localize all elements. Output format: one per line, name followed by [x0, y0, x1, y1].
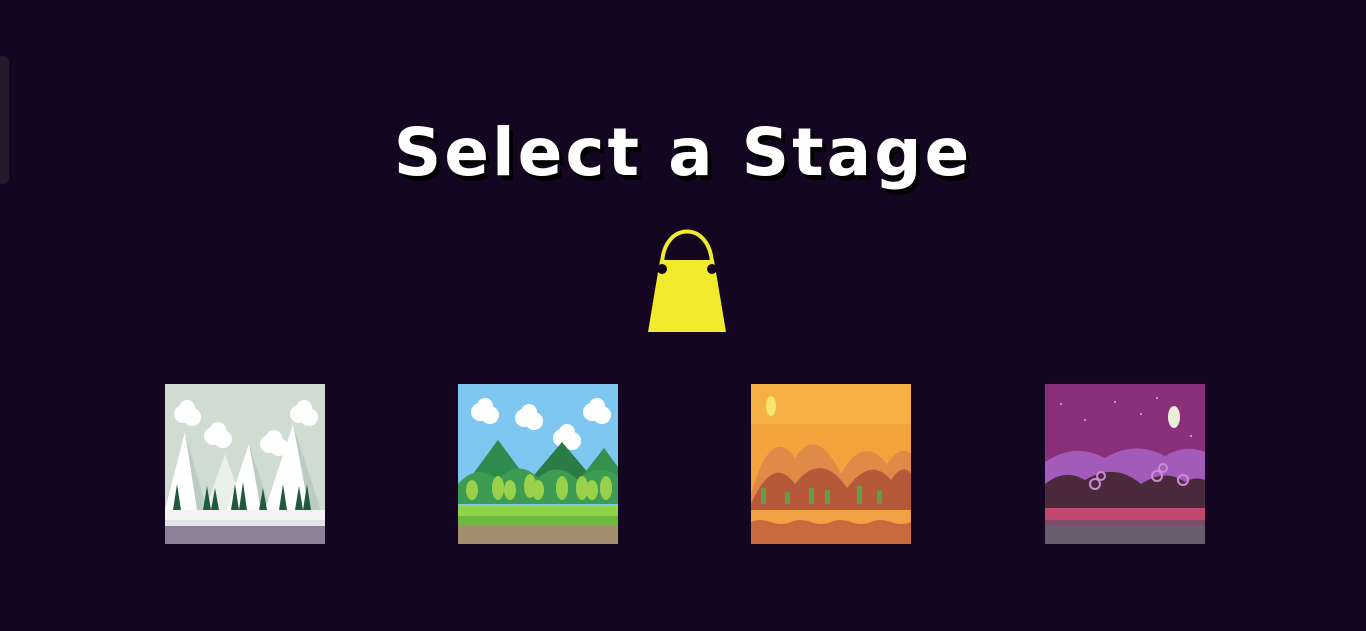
- page-title: Select a Stage: [393, 114, 973, 191]
- snowy-mountains-stage-thumbnail: [165, 384, 325, 544]
- stage-select-screen: Select a Stage: [0, 0, 1366, 631]
- green-forest-stage-thumbnail: [458, 384, 618, 544]
- stage-desert[interactable]: [751, 384, 911, 544]
- purple-night-stage-thumbnail: [1045, 384, 1205, 544]
- shop-button[interactable]: [646, 224, 728, 336]
- stage-night[interactable]: [1045, 384, 1205, 544]
- stage-forest[interactable]: [458, 384, 618, 544]
- desert-sunset-stage-thumbnail: [751, 384, 911, 544]
- shopping-bag-icon: [648, 229, 726, 332]
- stage-snow[interactable]: [165, 384, 325, 544]
